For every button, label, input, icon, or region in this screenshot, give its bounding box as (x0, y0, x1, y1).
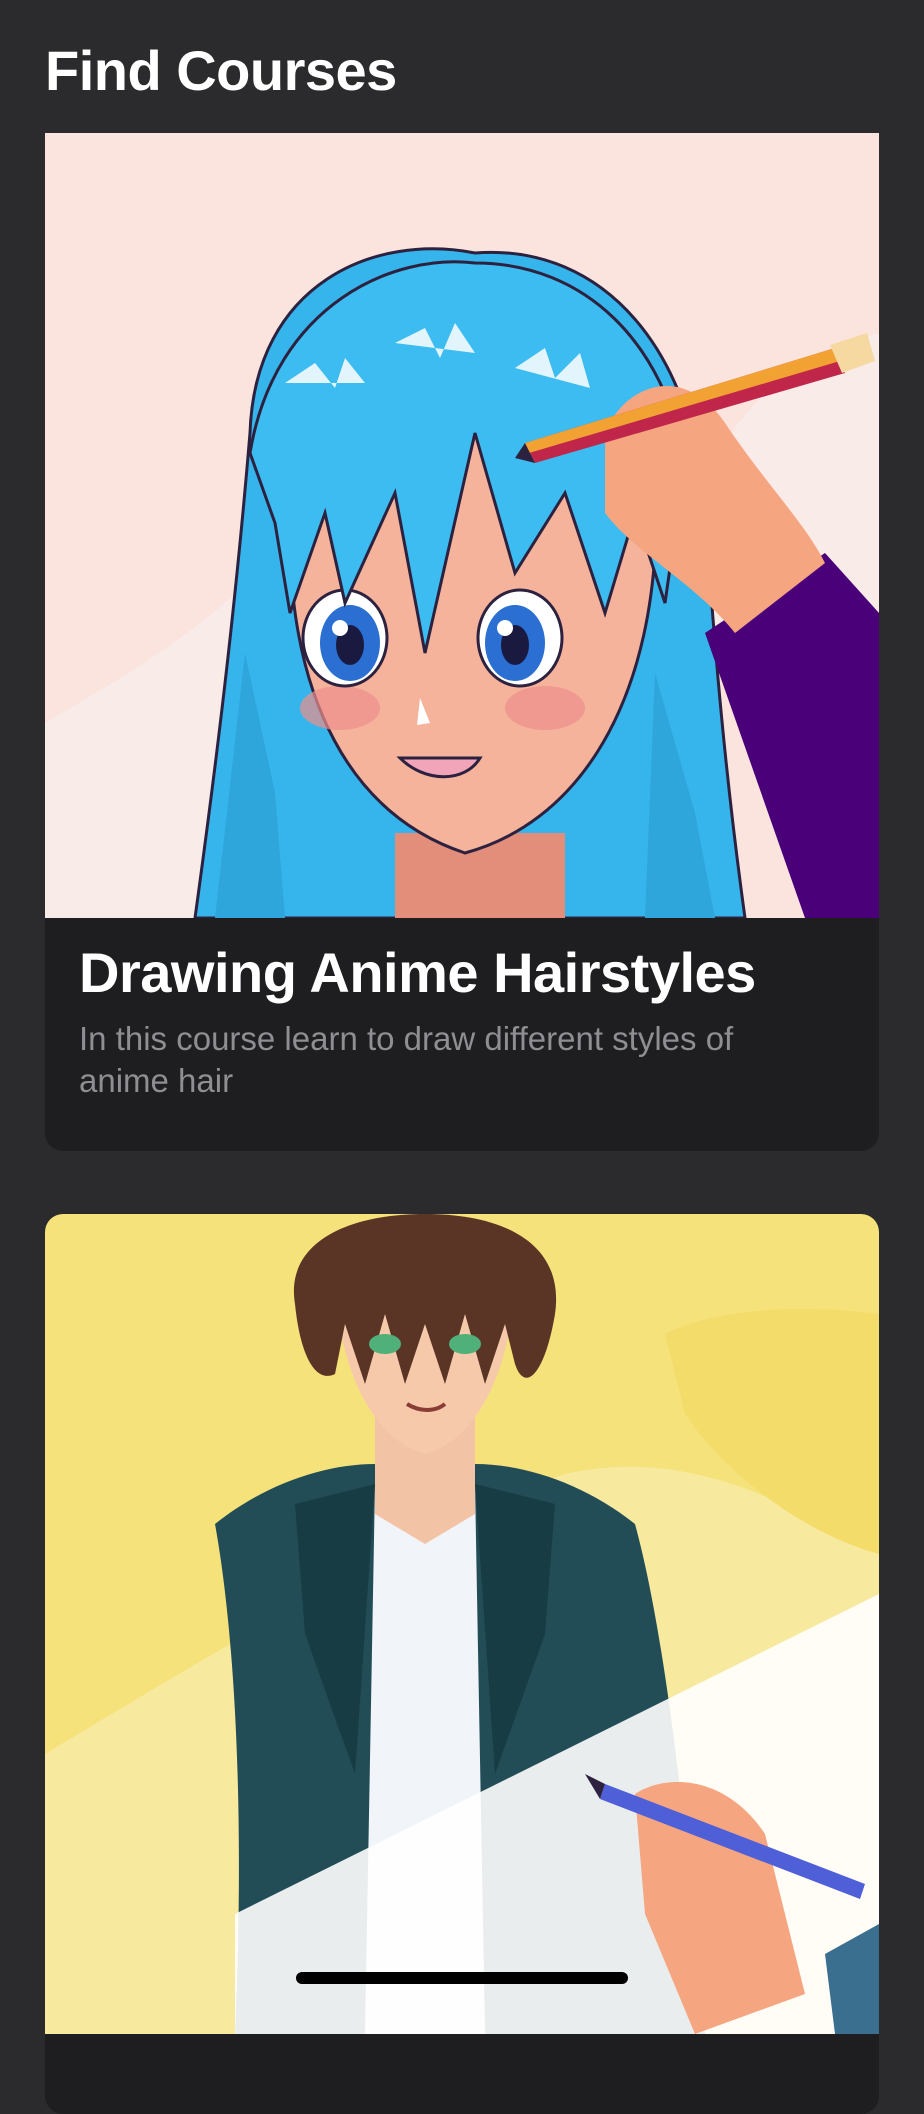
course-card[interactable]: Drawing Anime Hairstyles In this course … (45, 133, 879, 1151)
card-body: Drawing Anime Hairstyles In this course … (45, 918, 879, 1102)
course-description: In this course learn to draw different s… (79, 1020, 734, 1099)
home-indicator[interactable] (296, 1972, 628, 1984)
anime-girl-illustration (45, 133, 879, 918)
page-title: Find Courses (45, 39, 397, 102)
course-title: Drawing Anime Hairstyles (79, 941, 756, 1004)
anime-boy-illustration (45, 1214, 879, 2034)
card-body (45, 2034, 879, 2056)
